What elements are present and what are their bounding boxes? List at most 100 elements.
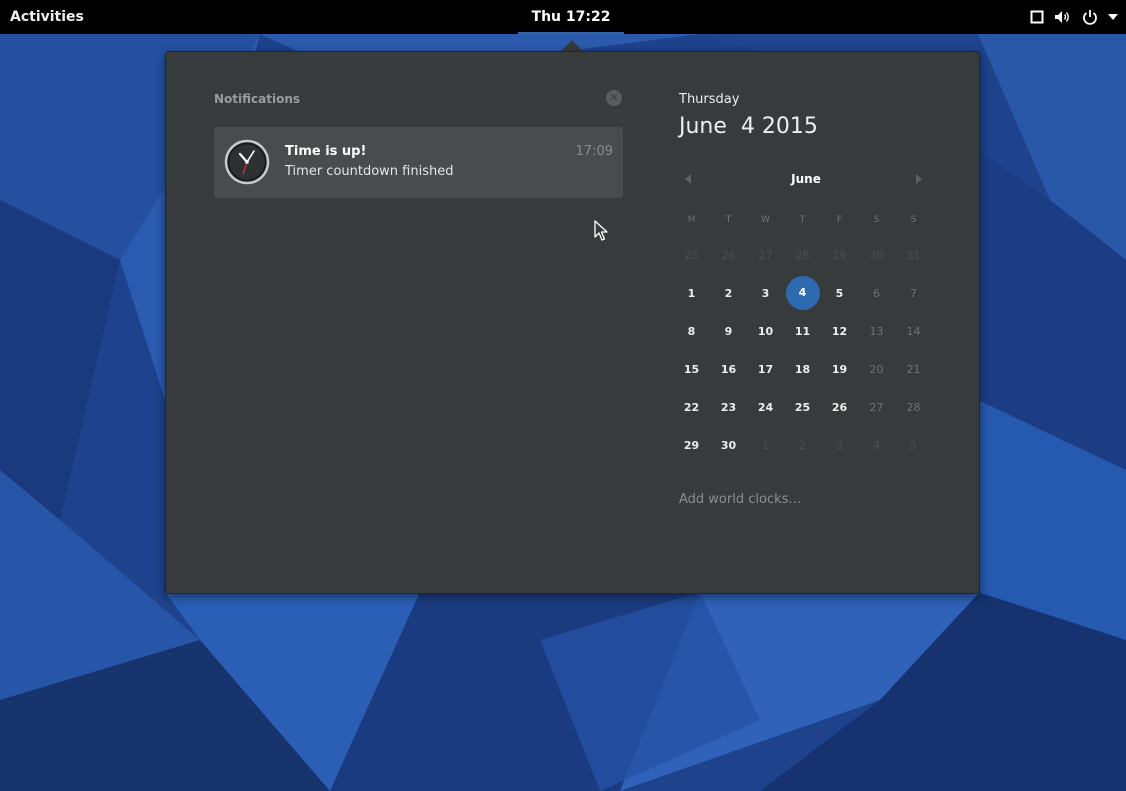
- calendar-day[interactable]: 4: [858, 426, 895, 464]
- calendar-day[interactable]: 15: [673, 350, 710, 388]
- calendar-day[interactable]: 31: [895, 236, 932, 274]
- calendar-day[interactable]: 16: [710, 350, 747, 388]
- calendar-day-label: 28: [795, 248, 810, 262]
- window-icon[interactable]: [1030, 7, 1044, 27]
- calendar-day[interactable]: 25: [784, 388, 821, 426]
- previous-month-icon[interactable]: [685, 174, 691, 184]
- calendar-day[interactable]: 19: [821, 350, 858, 388]
- activities-button[interactable]: Activities: [10, 9, 84, 25]
- system-tray[interactable]: [1030, 7, 1118, 27]
- calendar-day[interactable]: 18: [784, 350, 821, 388]
- calendar-day[interactable]: 10: [747, 312, 784, 350]
- clear-notifications-button[interactable]: ✕: [606, 90, 622, 106]
- calendar-day[interactable]: 5: [821, 274, 858, 312]
- calendar-day-label: 15: [683, 362, 700, 376]
- calendar-day[interactable]: 9: [710, 312, 747, 350]
- notification-item[interactable]: Time is up! Timer countdown finished 17:…: [214, 127, 623, 198]
- calendar-grid: M T W T F S S 25 26 27 28 29 30 31 1 2 3 4 5 6 7 8 9 10 11 12 13 14…: [673, 204, 932, 464]
- calendar-day-selected[interactable]: 4: [784, 274, 821, 312]
- calendar-day-label: 26: [721, 248, 736, 262]
- weekday-header: T: [799, 215, 806, 225]
- calendar-day[interactable]: 14: [895, 312, 932, 350]
- calendar-day-label: 6: [873, 286, 880, 300]
- calendar-day[interactable]: 1: [747, 426, 784, 464]
- calendar-day[interactable]: 30: [710, 426, 747, 464]
- power-icon[interactable]: [1082, 7, 1098, 27]
- calendar-day-label: 31: [906, 248, 921, 262]
- calendar-day[interactable]: 2: [710, 274, 747, 312]
- top-bar: Activities Thu 17:22: [0, 0, 1126, 34]
- calendar-day-label: 1: [762, 438, 769, 452]
- calendar-day-label: 19: [831, 362, 848, 376]
- calendar-day[interactable]: 25: [673, 236, 710, 274]
- calendar-day-label: 27: [869, 400, 884, 414]
- calendar-day[interactable]: 28: [895, 388, 932, 426]
- calendar-day-label: 27: [758, 248, 773, 262]
- calendar-day-label: 4: [785, 276, 820, 310]
- calendar-day-label: 12: [831, 324, 848, 338]
- calendar-day-label: 9: [724, 324, 733, 338]
- calendar-day-label: 17: [757, 362, 774, 376]
- calendar-day[interactable]: 28: [784, 236, 821, 274]
- calendar-day-label: 7: [910, 286, 917, 300]
- calendar-day-label: 26: [831, 400, 848, 414]
- calendar-day[interactable]: 3: [747, 274, 784, 312]
- weekday-label: Thursday: [679, 92, 740, 107]
- calendar-day[interactable]: 11: [784, 312, 821, 350]
- calendar-day[interactable]: 27: [747, 236, 784, 274]
- calendar-day-label: 25: [684, 248, 699, 262]
- calendar-day-label: 29: [683, 438, 700, 452]
- calendar-day-label: 14: [906, 324, 921, 338]
- calendar-day[interactable]: 23: [710, 388, 747, 426]
- calendar-day[interactable]: 2: [784, 426, 821, 464]
- full-date-label[interactable]: June 4 2015: [679, 114, 818, 139]
- add-world-clocks-link[interactable]: Add world clocks…: [679, 492, 801, 507]
- calendar-day[interactable]: 20: [858, 350, 895, 388]
- calendar-day-label: 21: [906, 362, 921, 376]
- weekday-header: S: [873, 215, 880, 225]
- calendar-day-label: 3: [836, 438, 843, 452]
- calendar-day-label: 20: [869, 362, 884, 376]
- calendar-day[interactable]: 7: [895, 274, 932, 312]
- calendar-month-label: June: [791, 172, 821, 186]
- calendar-day[interactable]: 21: [895, 350, 932, 388]
- dropdown-arrow-icon[interactable]: [1108, 7, 1118, 27]
- calendar-day-label: 29: [832, 248, 847, 262]
- calendar-day[interactable]: 3: [821, 426, 858, 464]
- next-month-icon[interactable]: [916, 174, 922, 184]
- calendar-day[interactable]: 26: [821, 388, 858, 426]
- calendar-day-label: 2: [724, 286, 733, 300]
- clock-app-icon: [224, 139, 270, 185]
- calendar-day[interactable]: 30: [858, 236, 895, 274]
- calendar-day[interactable]: 27: [858, 388, 895, 426]
- calendar-day-label: 24: [757, 400, 774, 414]
- calendar-day-label: 30: [720, 438, 737, 452]
- date-notification-popover: Notifications ✕ Time is up! Timer countd…: [165, 51, 980, 594]
- calendar-day[interactable]: 6: [858, 274, 895, 312]
- calendar-day[interactable]: 24: [747, 388, 784, 426]
- calendar-day[interactable]: 29: [821, 236, 858, 274]
- calendar-day-label: 13: [869, 324, 884, 338]
- notification-time: 17:09: [575, 144, 613, 159]
- notification-title: Time is up!: [285, 144, 367, 159]
- calendar-day-label: 30: [869, 248, 884, 262]
- calendar-day-label: 10: [757, 324, 774, 338]
- calendar-day[interactable]: 5: [895, 426, 932, 464]
- calendar-day[interactable]: 17: [747, 350, 784, 388]
- calendar-day[interactable]: 22: [673, 388, 710, 426]
- notifications-heading: Notifications: [214, 92, 301, 106]
- weekday-header: S: [910, 215, 917, 225]
- calendar-day-label: 3: [761, 286, 770, 300]
- calendar-day-label: 18: [794, 362, 811, 376]
- calendar-day[interactable]: 1: [673, 274, 710, 312]
- calendar-day[interactable]: 13: [858, 312, 895, 350]
- date-time-button[interactable]: Thu 17:22: [518, 0, 624, 34]
- calendar-day[interactable]: 8: [673, 312, 710, 350]
- calendar-day[interactable]: 12: [821, 312, 858, 350]
- notification-body: Timer countdown finished: [285, 164, 454, 179]
- calendar-day[interactable]: 26: [710, 236, 747, 274]
- calendar-day-label: 23: [720, 400, 737, 414]
- calendar-day[interactable]: 29: [673, 426, 710, 464]
- calendar-day-label: 28: [906, 400, 921, 414]
- volume-icon[interactable]: [1054, 7, 1072, 27]
